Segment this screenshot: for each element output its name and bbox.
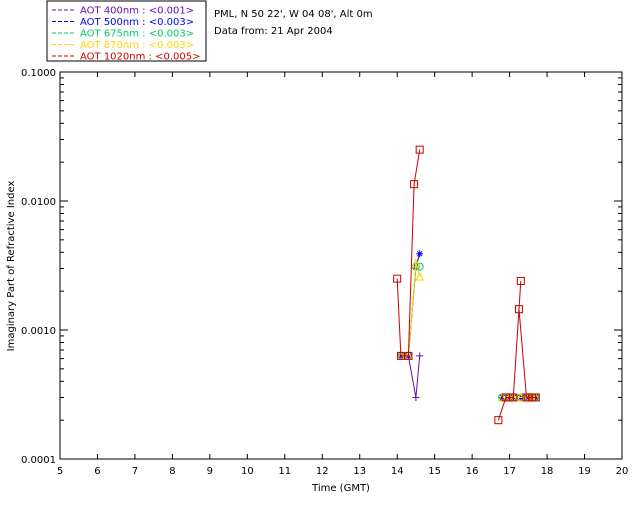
series-line (400, 355, 421, 398)
x-tick-label: 19 (578, 466, 591, 477)
series-layer (393, 145, 541, 425)
legend: AOT 400nm : <0.001>AOT 500nm : <0.003>AO… (46, 0, 207, 63)
x-tick-label: 10 (241, 466, 254, 477)
x-axis-label: Time (GMT) (311, 483, 370, 494)
y-axis-ticks: 0.0001 0.0010 0.0100 0.1000 (21, 68, 622, 466)
x-tick-label: 9 (207, 466, 213, 477)
y-tick-label: 0.0010 (21, 326, 56, 337)
x-tick-label: 17 (503, 466, 516, 477)
x-tick-label: 14 (391, 466, 404, 477)
series-0 (397, 352, 540, 401)
x-tick-label: 11 (278, 466, 291, 477)
x-tick-label: 16 (466, 466, 479, 477)
x-tick-label: 18 (541, 466, 554, 477)
x-tick-label: 13 (353, 466, 366, 477)
x-tick-label: 20 (616, 466, 629, 477)
y-axis-label: Imaginary Part of Refractive Index (6, 181, 17, 352)
y-tick-label: 0.0001 (21, 455, 56, 466)
x-axis-ticks: 5 6 7 8 9 10 11 12 13 14 15 16 17 18 19 20 (57, 72, 629, 477)
series-4 (393, 145, 540, 425)
date-info: Data from: 21 Apr 2004 (214, 26, 333, 37)
legend-label: AOT 870nm : <0.003> (80, 40, 194, 51)
x-tick-label: 12 (316, 466, 329, 477)
x-tick-label: 15 (428, 466, 441, 477)
legend-label: AOT 500nm : <0.003> (80, 17, 194, 28)
y-tick-label: 0.0100 (21, 197, 56, 208)
legend-label: AOT 400nm : <0.001> (80, 6, 194, 17)
series-2 (396, 262, 540, 402)
y-tick-label: 0.1000 (21, 68, 56, 79)
legend-label: AOT 1020nm : <0.005> (80, 52, 200, 63)
station-info: PML, N 50 22', W 04 08', Alt 0m (214, 9, 373, 20)
data-point-plus (416, 352, 424, 360)
x-tick-label: 6 (94, 466, 100, 477)
x-tick-label: 7 (132, 466, 138, 477)
x-tick-label: 8 (169, 466, 175, 477)
data-point-asterisk (416, 250, 424, 258)
x-tick-label: 5 (57, 466, 63, 477)
legend-label: AOT 675nm : <0.003> (80, 29, 194, 40)
chart: AOT 400nm : <0.001>AOT 500nm : <0.003>AO… (6, 0, 629, 494)
data-point-plus (412, 393, 420, 401)
